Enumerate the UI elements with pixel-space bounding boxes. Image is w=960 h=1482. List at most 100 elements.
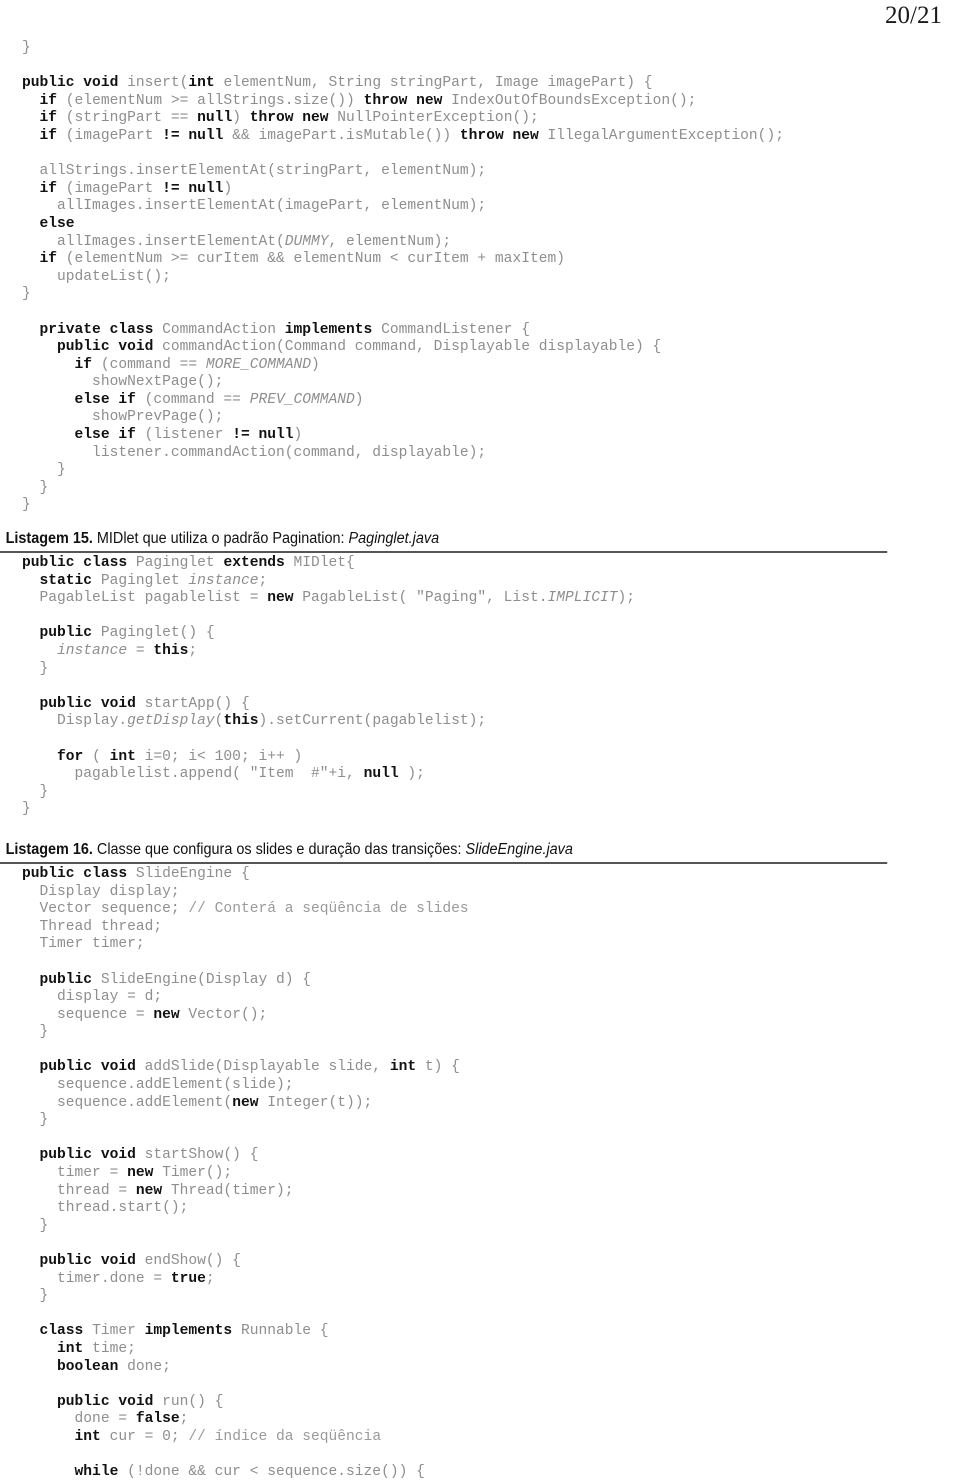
code-line: public Paginglet() { [0, 625, 960, 643]
code-token: PagableList( "Paging", List. [302, 590, 548, 607]
code-token: && imagePart.isMutable()) [223, 127, 460, 144]
code-token: throw new [459, 127, 548, 144]
code-line: private class CommandAction implements C… [0, 322, 960, 340]
code-token: ) [232, 110, 250, 127]
code-line: } [0, 1024, 960, 1042]
code-token: (command == [144, 391, 250, 408]
listing-16-filename: SlideEngine.java [465, 840, 573, 858]
code-token: } [22, 479, 49, 496]
code-token: public void [22, 75, 128, 92]
code-line: listener.commandAction(command, displaya… [0, 445, 960, 463]
code-token: ( [92, 748, 110, 765]
code-token: Timer timer; [22, 936, 145, 953]
code-line: public void commandAction(Command comman… [0, 339, 960, 357]
code-token: Thread(timer); [170, 1182, 294, 1199]
code-token: ) [311, 356, 320, 373]
code-line: PagableList pagablelist = new PagableLis… [0, 590, 960, 608]
code-line: } [0, 480, 960, 498]
code-token: // Conterá a seqüência de slides [188, 901, 469, 918]
code-line: thread = new Thread(timer); [0, 1183, 960, 1201]
code-token: pagablelist.append( "Item #"+i, [22, 766, 364, 783]
code-token: elementNum, String stringPart, Image ima… [223, 75, 653, 92]
code-line: int time; [0, 1341, 960, 1359]
code-token: ; [188, 643, 198, 659]
code-token: this [153, 643, 189, 659]
code-token: Vector(); [188, 1006, 268, 1023]
code-token: NullPointerException(); [337, 110, 539, 127]
code-token: (listener [144, 427, 233, 444]
code-token: (imagePart [65, 127, 163, 144]
code-token: } [22, 801, 31, 818]
page-number: 20/21 [885, 2, 942, 29]
code-token: i=0; i< 100; i++ ) [144, 748, 303, 765]
code-token: != null [162, 127, 224, 144]
code-token: // índice da seqüência [188, 1428, 382, 1445]
code-token: if [39, 92, 66, 109]
code-token: implements [284, 321, 382, 338]
code-token: for [57, 748, 93, 765]
code-token: SlideEngine { [135, 865, 250, 882]
code-token: if [39, 110, 66, 127]
code-token: Timer [92, 1323, 145, 1340]
code-token: ) [354, 391, 364, 408]
code-token: ).setCurrent(pagablelist); [258, 713, 487, 730]
page-content: } public void insert(int elementNum, Str… [0, 40, 960, 1482]
code-token: public void [39, 1253, 145, 1269]
code-line: if (command == MORE_COMMAND) [0, 357, 960, 375]
code-token: thread = [22, 1182, 136, 1199]
code-token: int [188, 75, 224, 92]
code-token: } [22, 660, 49, 677]
code-token: new [232, 1094, 268, 1111]
code-line: else [0, 216, 960, 234]
code-line: Thread thread; [0, 919, 960, 937]
code-token: Thread thread; [22, 918, 163, 935]
code-token: public class [22, 555, 136, 572]
code-token: Integer(t)); [267, 1094, 373, 1111]
code-token: getDisplay [127, 713, 215, 730]
code-token: public void [39, 695, 145, 712]
code-token: } [22, 462, 66, 479]
code-token: null [197, 110, 233, 127]
code-token: new [135, 1182, 171, 1199]
code-token: new [127, 1165, 163, 1182]
code-token: IndexOutOfBoundsException(); [451, 92, 697, 109]
code-line: allStrings.insertElementAt(stringPart, e… [0, 163, 960, 181]
code-token: MIDlet{ [293, 555, 355, 572]
code-token: SlideEngine(Display d) { [100, 971, 312, 988]
code-token: } [22, 286, 31, 303]
code-token: IMPLICIT [547, 590, 618, 607]
code-token: else if [74, 391, 145, 408]
code-line: Vector sequence; // Conterá a seqüência … [0, 901, 960, 919]
code-token: t) { [424, 1059, 460, 1076]
code-token: CommandAction [162, 321, 285, 338]
code-line: showPrevPage(); [0, 409, 960, 427]
code-line: public void insert(int elementNum, Strin… [0, 75, 960, 93]
listing-16-text: Classe que configura os slides e duração… [92, 840, 466, 858]
code-line: boolean done; [0, 1359, 960, 1377]
code-block-pagablelist-insert: } public void insert(int elementNum, Str… [0, 40, 960, 515]
code-token: } [22, 1112, 49, 1129]
code-token: allStrings.insertElementAt(stringPart, e… [22, 163, 487, 180]
code-token: done = [22, 1411, 136, 1428]
code-token: showNextPage(); [22, 374, 224, 391]
code-line: while (!done && cur < sequence.size()) { [0, 1464, 960, 1482]
code-token: ); [617, 590, 636, 607]
code-token: class [39, 1323, 93, 1340]
